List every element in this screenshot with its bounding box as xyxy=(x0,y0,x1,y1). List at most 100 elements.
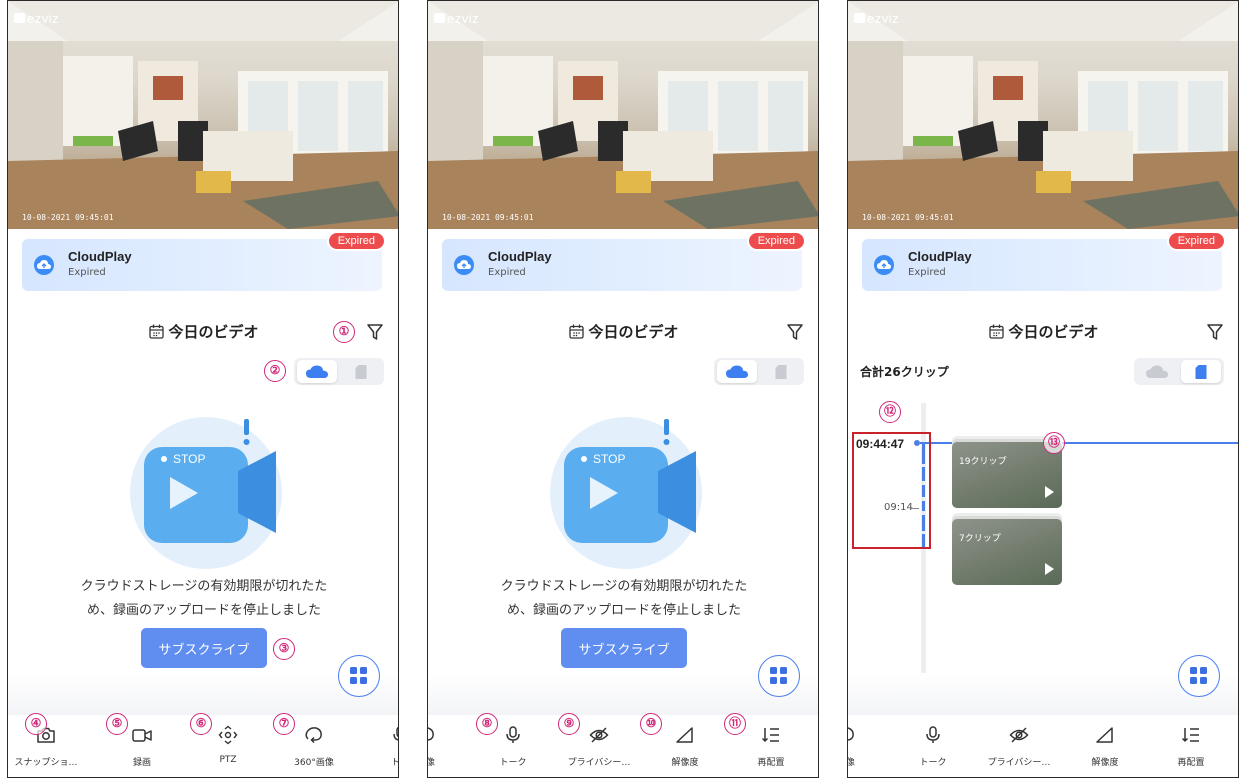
expired-message: クラウドストレージの有効期限が切れたた め、録画のアップロードを停止しました xyxy=(8,575,398,623)
grid-icon xyxy=(770,667,787,684)
cloud-upload-icon xyxy=(454,255,474,275)
microphone-icon xyxy=(393,726,398,741)
microphone-icon xyxy=(926,726,940,743)
resolution-label: 解像度 xyxy=(671,758,699,768)
section-header: 今日のビデオ xyxy=(428,321,818,342)
message-line-1: クラウドストレージの有効期限が切れたた xyxy=(80,579,328,594)
upload-stopped-illustration: STOP xyxy=(130,417,282,569)
clip-group[interactable]: 7クリップ xyxy=(952,519,1062,585)
talk-label: トーク xyxy=(499,758,527,768)
sd-card-tab[interactable] xyxy=(341,360,381,383)
video-timestamp: 10-08-2021 09:45:01 xyxy=(442,213,534,222)
image360-tool-partial[interactable]: 画像 xyxy=(428,715,466,775)
filter-icon[interactable] xyxy=(366,323,384,341)
storage-toggle xyxy=(294,358,384,385)
talk-label: トーク xyxy=(919,758,947,768)
privacy-label: プライバシー… xyxy=(567,758,631,768)
privacy-label: プライバシー… xyxy=(987,758,1051,768)
cloudplay-status: Expired xyxy=(68,267,106,278)
cloudplay-card[interactable]: CloudPlay Expired Expired xyxy=(442,231,806,291)
callout-3: ③ xyxy=(273,638,295,660)
cloudplay-status: Expired xyxy=(488,267,526,278)
privacy-tool[interactable]: プライバシー… xyxy=(979,715,1059,775)
rotate-360-icon xyxy=(428,727,434,741)
cloud-icon xyxy=(306,365,328,378)
rearrange-tool[interactable]: 再配置 xyxy=(1151,715,1231,775)
camera-preview[interactable]: ezviz 10-08-2021 09:45:01 xyxy=(8,1,398,229)
talk-tool[interactable]: トーク xyxy=(893,715,973,775)
subscribe-button[interactable]: サブスクライブ xyxy=(561,628,687,668)
screen-sd-timeline: ezviz 10-08-2021 09:45:01 CloudPlay Expi… xyxy=(847,0,1239,778)
clip-count: 7クリップ xyxy=(959,534,1001,544)
callout-11: ⑪ xyxy=(724,713,746,735)
privacy-icon xyxy=(589,727,609,743)
subscribe-button[interactable]: サブスクライブ xyxy=(141,628,267,668)
control-toolbar: 画像 トーク プライバシー… 解像度 再配置 xyxy=(848,715,1238,777)
ptz-icon xyxy=(218,725,238,745)
image360-tool-partial[interactable]: 画像 xyxy=(848,715,886,775)
callout-4: ④ xyxy=(25,713,47,735)
cloud-icon xyxy=(1146,365,1168,378)
cloud-icon xyxy=(726,365,748,378)
rearrange-label: 再配置 xyxy=(757,758,785,768)
room-image xyxy=(8,1,398,229)
ezviz-logo: ezviz xyxy=(434,11,479,26)
more-functions-button[interactable] xyxy=(1178,655,1220,697)
callout-6: ⑥ xyxy=(190,713,212,735)
callout-5: ⑤ xyxy=(106,713,128,735)
cloudplay-card[interactable]: CloudPlay Expired Expired xyxy=(22,231,386,291)
resolution-tool[interactable]: 解像度 xyxy=(1065,715,1145,775)
cloudplay-status: Expired xyxy=(908,267,946,278)
timeline-highlight-box xyxy=(852,432,931,549)
storage-toggle xyxy=(1134,358,1224,385)
stop-text: STOP xyxy=(173,452,205,466)
clip-group[interactable]: 19クリップ xyxy=(952,442,1062,508)
cloud-storage-tab[interactable] xyxy=(717,360,757,383)
expired-badge: Expired xyxy=(746,231,806,251)
more-functions-button[interactable] xyxy=(758,655,800,697)
section-title: 今日のビデオ xyxy=(1008,323,1099,341)
cloud-storage-tab[interactable] xyxy=(1137,360,1177,383)
resolution-icon xyxy=(1096,727,1113,743)
camera-preview[interactable]: ezviz 10-08-2021 09:45:01 xyxy=(848,1,1238,229)
cloudplay-title: CloudPlay xyxy=(488,249,552,264)
snapshot-label: スナップショ… xyxy=(14,758,78,768)
cloud-storage-tab[interactable] xyxy=(297,360,337,383)
ptz-label: PTZ xyxy=(219,755,237,765)
upload-stopped-illustration: STOP xyxy=(550,417,702,569)
sd-card-tab[interactable] xyxy=(1181,360,1221,383)
message-line-1: クラウドストレージの有効期限が切れたた xyxy=(500,579,748,594)
microphone-icon xyxy=(506,726,520,743)
message-line-2: め、録画のアップロードを停止しました xyxy=(86,603,321,618)
resolution-label: 解像度 xyxy=(1091,758,1119,768)
record-label: 録画 xyxy=(132,758,151,768)
grid-icon xyxy=(350,667,367,684)
cloudplay-card[interactable]: CloudPlay Expired Expired xyxy=(862,231,1226,291)
more-functions-button[interactable] xyxy=(338,655,380,697)
camera-preview[interactable]: ezviz 10-08-2021 09:45:01 xyxy=(428,1,818,229)
image-label-partial: 画像 xyxy=(428,755,466,768)
image-label-partial: 画像 xyxy=(848,755,886,768)
cloud-upload-icon xyxy=(34,255,54,275)
screen-toolbar-scrolled: ezviz 10-08-2021 09:45:01 CloudPlay Expi… xyxy=(427,0,819,778)
ezviz-logo: ezviz xyxy=(14,11,59,26)
clips-total: 合計26クリップ xyxy=(860,365,949,379)
room-image xyxy=(848,1,1238,229)
storage-toggle xyxy=(714,358,804,385)
sd-card-tab[interactable] xyxy=(761,360,801,383)
rearrange-label: 再配置 xyxy=(1177,758,1205,768)
talk-tool-partial[interactable]: ト… xyxy=(360,715,398,775)
sd-card-icon xyxy=(1195,364,1207,379)
rotate-360-icon xyxy=(848,727,854,741)
calendar-icon xyxy=(989,324,1005,339)
section-title: 今日のビデオ xyxy=(588,323,679,341)
filter-icon[interactable] xyxy=(786,323,804,341)
rearrange-icon xyxy=(761,728,779,743)
sd-card-icon xyxy=(775,364,787,379)
cloudplay-title: CloudPlay xyxy=(908,249,972,264)
privacy-icon xyxy=(1009,727,1029,743)
calendar-icon xyxy=(569,324,585,339)
talk-label-partial: ト… xyxy=(360,755,398,768)
filter-icon[interactable] xyxy=(1206,323,1224,341)
callout-10: ⑩ xyxy=(640,713,662,735)
